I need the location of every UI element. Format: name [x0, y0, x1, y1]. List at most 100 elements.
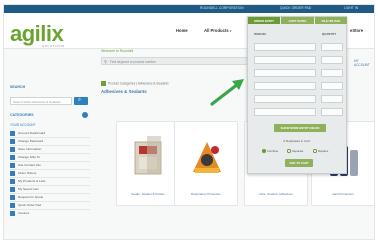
- radio-dot: [262, 149, 266, 153]
- nav-home[interactable]: Home: [176, 28, 188, 33]
- welcome-text: Welcome to Roundell: [101, 49, 134, 53]
- sidebar-item-saved-cart[interactable]: My Saved Cart: [10, 186, 90, 193]
- breadcrumb-text: Product Categories | Adhesives & Sealant…: [108, 81, 169, 86]
- web-page: ROUNDELL CORPORATION QUICK ORDER PAD LIG…: [3, 4, 375, 240]
- product-card[interactable]: Respiratory Protection: [174, 121, 238, 206]
- util-link-quick-order[interactable]: QUICK ORDER PAD: [280, 6, 311, 10]
- sidebar: SEARCH Search within Adhesives & Sealant…: [8, 85, 92, 235]
- sidebar-search-placeholder: Search within Adhesives & Sealants: [13, 99, 61, 104]
- sidebar-item-label: My Saved Cart: [18, 187, 39, 191]
- page-title: Adhesives & Sealants: [101, 89, 147, 94]
- tab-label: ORDER ENTRY: [253, 18, 275, 23]
- sidebar-item-order-history[interactable]: Order History: [10, 170, 90, 177]
- sidebar-item-change-password[interactable]: Change Password: [10, 138, 90, 145]
- radio-label: Replace: [318, 148, 329, 153]
- categories-heading: CATEGORIES: [10, 113, 34, 117]
- sidebar-item-label: Change Password: [18, 139, 44, 143]
- tab-copy-paste[interactable]: COPY PASTE: [281, 17, 315, 24]
- radio-label: Combine: [267, 148, 279, 153]
- home-icon[interactable]: [101, 81, 106, 86]
- sidebar-item-label: My Products & Lists: [18, 179, 46, 183]
- sidebar-search-button[interactable]: ⌕: [74, 97, 88, 105]
- user-icon: [10, 147, 15, 152]
- product-caption[interactable]: Sealer, Sealant & Putties: [117, 192, 179, 196]
- order-entry-row: [254, 108, 344, 116]
- search-icon: ⌕: [78, 97, 82, 103]
- sidebar-item-label: Change Ship To: [18, 155, 40, 159]
- quantity-field[interactable]: [321, 108, 343, 116]
- quick-order-panel: ORDER ENTRY COPY PASTE FILE UPLOAD ITEM …: [247, 16, 348, 174]
- nav-estore[interactable]: eStore: [350, 28, 363, 33]
- tab-order-entry[interactable]: ORDER ENTRY: [248, 17, 281, 24]
- quantity-field[interactable]: [321, 82, 343, 90]
- order-entry-row: [254, 95, 344, 103]
- sidebar-search-input[interactable]: Search within Adhesives & Sealants: [10, 97, 72, 105]
- radio-label: Separate: [292, 148, 304, 153]
- my-account-link[interactable]: MY ACCOUNT: [354, 59, 374, 67]
- item-number-field[interactable]: [254, 82, 316, 90]
- breadcrumb: Product Categories | Adhesives & Sealant…: [101, 81, 169, 86]
- cart-icon: [10, 187, 15, 192]
- sidebar-item-label: Invoices: [18, 211, 30, 215]
- dashboard-icon: [10, 131, 15, 136]
- quantity-field[interactable]: [321, 56, 343, 64]
- sidebar-item-label: Site Contact Info: [18, 163, 41, 167]
- sidebar-search-heading: SEARCH: [10, 85, 26, 89]
- util-link-company[interactable]: ROUNDELL CORPORATION: [200, 6, 244, 10]
- quote-icon: [10, 195, 15, 200]
- item-number-field[interactable]: [254, 108, 316, 116]
- item-number-field[interactable]: [254, 95, 316, 103]
- order-entry-row: [254, 43, 344, 51]
- pad-icon: [10, 203, 15, 208]
- tab-label: FILE UPLOAD: [321, 18, 341, 23]
- quantity-field[interactable]: [321, 69, 343, 77]
- tab-file-upload[interactable]: FILE UPLOAD: [315, 17, 348, 24]
- sidebar-item-label: Save Information: [18, 147, 42, 151]
- sidebar-item-my-products[interactable]: My Products & Lists: [10, 178, 90, 185]
- sidebar-item-change-ship-to[interactable]: Change Ship To: [10, 154, 90, 161]
- search-icon: ⚲: [104, 59, 107, 64]
- product-caption[interactable]: Respiratory Protection: [175, 192, 237, 196]
- nav-home-label: Home: [176, 28, 188, 33]
- sidebar-item-contact-info[interactable]: Site Contact Info: [10, 162, 90, 169]
- nav-all-products-label: All Products: [204, 28, 229, 33]
- sidebar-item-label: Order History: [18, 171, 37, 175]
- quick-order-tabs: ORDER ENTRY COPY PASTE FILE UPLOAD: [248, 17, 348, 24]
- order-entry-row: [254, 82, 344, 90]
- item-number-field[interactable]: [254, 56, 316, 64]
- show-more-label: SHOW MORE ENTRY FIELDS: [280, 126, 320, 130]
- sidebar-item-dashboard[interactable]: Account Dashboard: [10, 130, 90, 137]
- chevron-down-icon: ▾: [229, 29, 232, 33]
- add-to-cart-button[interactable]: ADD TO CART: [285, 159, 313, 167]
- quantity-field[interactable]: [321, 95, 343, 103]
- duplicates-question: If Duplicates in Cart:: [283, 139, 311, 143]
- product-image: [193, 142, 221, 173]
- duplicates-radio-group: Combine Separate Replace: [262, 148, 338, 154]
- sidebar-item-request-quote[interactable]: Request for Quote: [10, 194, 90, 201]
- contact-icon: [10, 163, 15, 168]
- item-number-field[interactable]: [254, 69, 316, 77]
- invoice-icon: [10, 211, 15, 216]
- expand-categories-icon[interactable]: [82, 112, 88, 118]
- utility-bar: ROUNDELL CORPORATION QUICK ORDER PAD LIG…: [4, 5, 374, 13]
- search-placeholder: Find keyword or product number: [110, 59, 156, 64]
- util-link-login[interactable]: LIGHT IN: [344, 6, 358, 10]
- sidebar-item-label: Request for Quote: [18, 195, 44, 199]
- sidebar-item-save-info[interactable]: Save Information: [10, 146, 90, 153]
- search-input[interactable]: ⚲ Find keyword or product number: [101, 57, 251, 65]
- logo-tagline: SOLUTIONS: [42, 44, 65, 48]
- show-more-fields-button[interactable]: SHOW MORE ENTRY FIELDS: [274, 124, 326, 132]
- order-entry-row: [254, 56, 344, 64]
- product-caption[interactable]: Hand Protection: [312, 192, 374, 196]
- screenshot-frame: ROUNDELL CORPORATION QUICK ORDER PAD LIG…: [0, 0, 378, 243]
- sidebar-item-label: Quick Order Pad: [18, 203, 42, 207]
- product-card[interactable]: Sealer, Sealant & Putties: [116, 121, 180, 206]
- add-to-cart-label: ADD TO CART: [289, 161, 309, 165]
- sidebar-item-quick-order-pad[interactable]: Quick Order Pad: [10, 202, 90, 209]
- order-entry-row: [254, 69, 344, 77]
- nav-all-products[interactable]: All Products ▾: [204, 28, 231, 33]
- sidebar-item-invoices[interactable]: Invoices: [10, 210, 90, 217]
- product-caption[interactable]: Glue, Sealant, Adhesives: [245, 192, 307, 196]
- quantity-field[interactable]: [321, 43, 343, 51]
- item-number-field[interactable]: [254, 43, 316, 51]
